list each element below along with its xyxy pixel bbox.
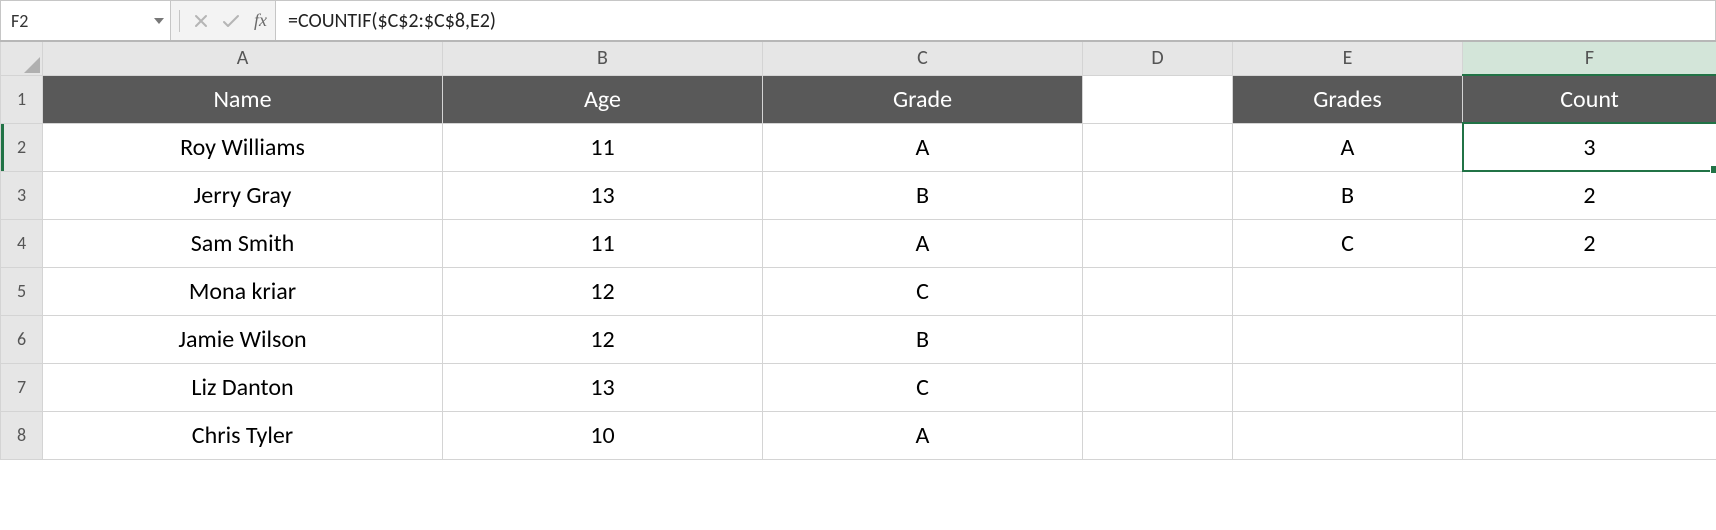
- cell-f2[interactable]: 3: [1463, 123, 1716, 171]
- cell-e1[interactable]: Grades: [1233, 75, 1463, 123]
- cell-b6[interactable]: 12: [443, 315, 763, 363]
- cell-f3[interactable]: 2: [1463, 171, 1716, 219]
- cell-b7[interactable]: 13: [443, 363, 763, 411]
- formula-text: =COUNTIF($C$2:$C$8,E2): [288, 9, 496, 33]
- cell-a8[interactable]: Chris Tyler: [43, 411, 443, 459]
- col-header-c[interactable]: C: [763, 41, 1083, 75]
- cell-e4[interactable]: C: [1233, 219, 1463, 267]
- cell-d3[interactable]: [1083, 171, 1233, 219]
- enter-icon[interactable]: [222, 14, 240, 28]
- col-header-b[interactable]: B: [443, 41, 763, 75]
- col-header-d[interactable]: D: [1083, 41, 1233, 75]
- col-header-e[interactable]: E: [1233, 41, 1463, 75]
- col-header-a[interactable]: A: [43, 41, 443, 75]
- cell-b1[interactable]: Age: [443, 75, 763, 123]
- row-header-5[interactable]: 5: [1, 267, 43, 315]
- row-header-6[interactable]: 6: [1, 315, 43, 363]
- col-header-f[interactable]: F: [1463, 41, 1716, 75]
- cell-b3[interactable]: 13: [443, 171, 763, 219]
- name-box[interactable]: F2: [1, 1, 171, 40]
- cell-a1[interactable]: Name: [43, 75, 443, 123]
- cell-d4[interactable]: [1083, 219, 1233, 267]
- cell-d5[interactable]: [1083, 267, 1233, 315]
- cell-e2[interactable]: A: [1233, 123, 1463, 171]
- spreadsheet-grid[interactable]: A B C D E F 1 Name Age Grade Grades Coun…: [0, 40, 1716, 460]
- cell-b2[interactable]: 11: [443, 123, 763, 171]
- cell-a4[interactable]: Sam Smith: [43, 219, 443, 267]
- select-all-icon: [24, 57, 40, 73]
- cell-e5[interactable]: [1233, 267, 1463, 315]
- cell-f6[interactable]: [1463, 315, 1716, 363]
- cell-d6[interactable]: [1083, 315, 1233, 363]
- row-header-8[interactable]: 8: [1, 411, 43, 459]
- fx-icon[interactable]: fx: [254, 10, 267, 31]
- cell-f1[interactable]: Count: [1463, 75, 1716, 123]
- cancel-icon[interactable]: [194, 14, 208, 28]
- cell-a3[interactable]: Jerry Gray: [43, 171, 443, 219]
- row-header-1[interactable]: 1: [1, 75, 43, 123]
- cell-a7[interactable]: Liz Danton: [43, 363, 443, 411]
- formula-bar: F2 fx =COUNTIF($C$2:$C$8,E2): [0, 0, 1716, 40]
- cell-a6[interactable]: Jamie Wilson: [43, 315, 443, 363]
- formula-input[interactable]: =COUNTIF($C$2:$C$8,E2): [276, 1, 1715, 40]
- cell-c5[interactable]: C: [763, 267, 1083, 315]
- cell-e3[interactable]: B: [1233, 171, 1463, 219]
- separator: [179, 10, 180, 32]
- cell-a5[interactable]: Mona kriar: [43, 267, 443, 315]
- row-header-2[interactable]: 2: [1, 123, 43, 171]
- cell-b8[interactable]: 10: [443, 411, 763, 459]
- cell-f5[interactable]: [1463, 267, 1716, 315]
- cell-d7[interactable]: [1083, 363, 1233, 411]
- row-header-3[interactable]: 3: [1, 171, 43, 219]
- cell-f7[interactable]: [1463, 363, 1716, 411]
- dropdown-icon[interactable]: [154, 18, 164, 24]
- cell-f8[interactable]: [1463, 411, 1716, 459]
- cell-c8[interactable]: A: [763, 411, 1083, 459]
- cell-c6[interactable]: B: [763, 315, 1083, 363]
- cell-e7[interactable]: [1233, 363, 1463, 411]
- name-box-value: F2: [11, 10, 28, 32]
- select-all-corner[interactable]: [1, 41, 43, 75]
- cell-c1[interactable]: Grade: [763, 75, 1083, 123]
- cell-b5[interactable]: 12: [443, 267, 763, 315]
- cell-d1[interactable]: [1083, 75, 1233, 123]
- cell-c3[interactable]: B: [763, 171, 1083, 219]
- cell-c7[interactable]: C: [763, 363, 1083, 411]
- cell-a2[interactable]: Roy Williams: [43, 123, 443, 171]
- cell-f4[interactable]: 2: [1463, 219, 1716, 267]
- cell-e8[interactable]: [1233, 411, 1463, 459]
- row-header-4[interactable]: 4: [1, 219, 43, 267]
- cell-d8[interactable]: [1083, 411, 1233, 459]
- cell-e6[interactable]: [1233, 315, 1463, 363]
- cell-c2[interactable]: A: [763, 123, 1083, 171]
- cell-c4[interactable]: A: [763, 219, 1083, 267]
- row-header-7[interactable]: 7: [1, 363, 43, 411]
- cell-b4[interactable]: 11: [443, 219, 763, 267]
- cell-d2[interactable]: [1083, 123, 1233, 171]
- formula-bar-icons: fx: [171, 1, 276, 40]
